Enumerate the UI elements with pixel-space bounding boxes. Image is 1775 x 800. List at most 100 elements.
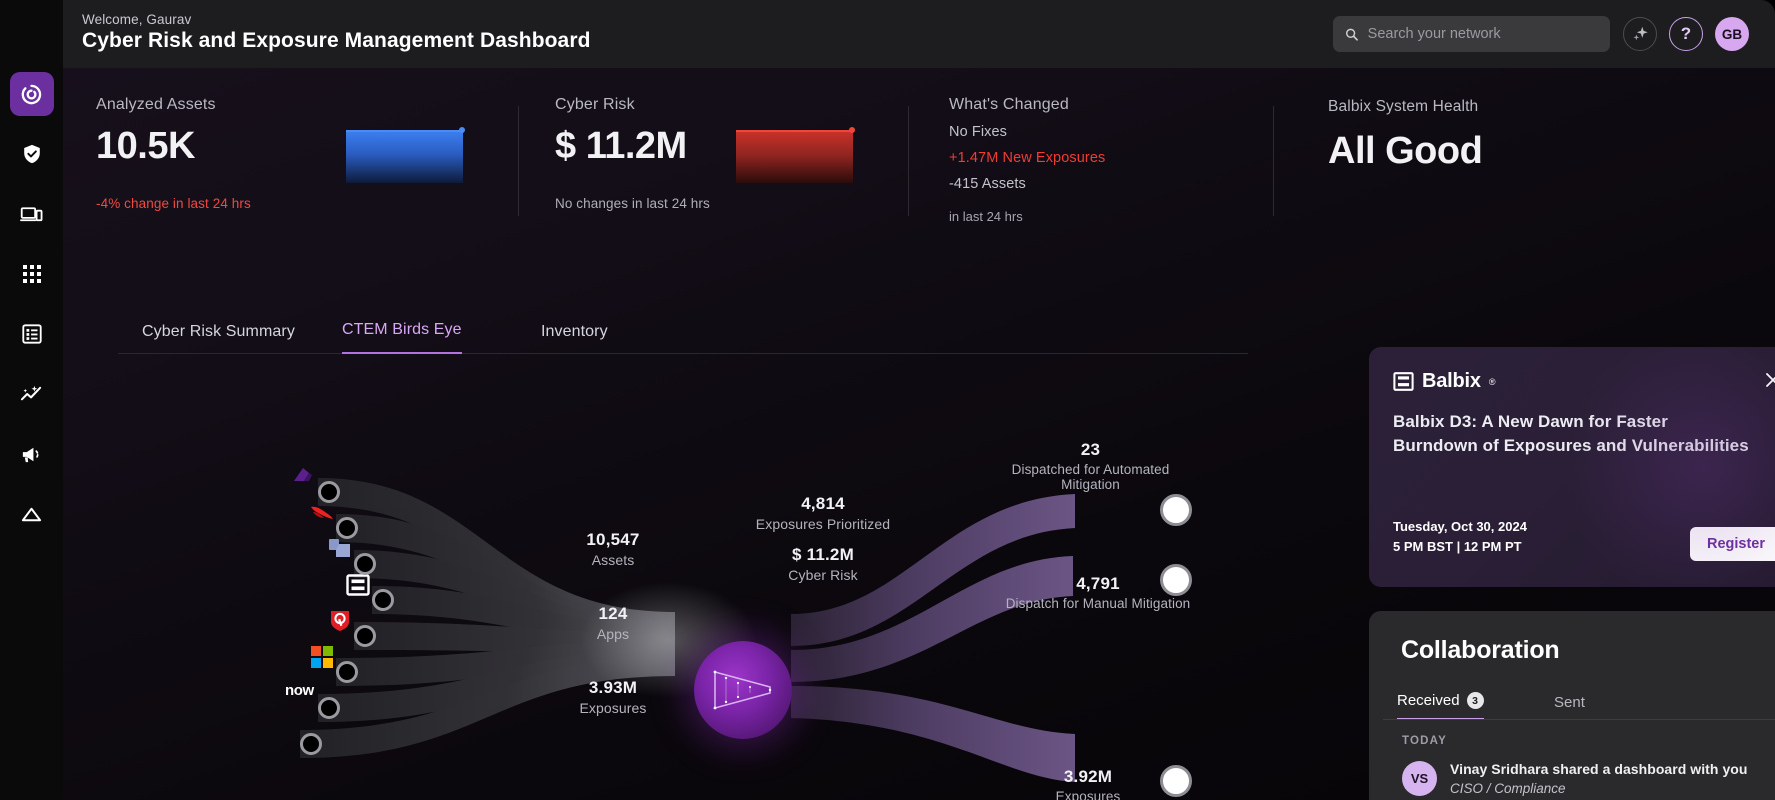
prioritization-funnel-icon[interactable] bbox=[694, 641, 792, 739]
tenable-icon bbox=[291, 464, 317, 490]
whats-changed-footer: in last 24 hrs bbox=[949, 209, 1023, 224]
source-node-5[interactable] bbox=[354, 625, 376, 647]
sidebar-item-announcements[interactable] bbox=[10, 432, 54, 476]
devices-icon bbox=[20, 206, 43, 221]
kpi-strip: Analyzed Assets 10.5K -4% change in last… bbox=[63, 68, 1775, 258]
shield-check-icon bbox=[23, 144, 40, 164]
value: 124 bbox=[598, 604, 628, 623]
servicenow-label: now bbox=[285, 682, 314, 699]
sankey-cyber-risk: $ 11.2M Cyber Risk bbox=[723, 545, 923, 583]
kpi-subtext: No changes in last 24 hrs bbox=[555, 196, 710, 211]
megaphone-icon bbox=[22, 447, 39, 462]
sparkline-analyzed-assets bbox=[346, 127, 465, 183]
trend-analytics-icon bbox=[20, 385, 42, 400]
sidebar-item-apps[interactable] bbox=[10, 252, 54, 296]
kpi-label: What's Changed bbox=[949, 96, 1069, 113]
search-input[interactable] bbox=[1367, 26, 1598, 42]
tab-sent[interactable]: Sent bbox=[1554, 694, 1585, 720]
sidebar-item-assets[interactable] bbox=[10, 192, 54, 236]
promo-card[interactable]: Balbix ® Balbix D3: A New Dawn for Faste… bbox=[1369, 347, 1775, 587]
balbix-icon bbox=[345, 572, 371, 598]
tab-inventory[interactable]: Inventory bbox=[541, 323, 608, 354]
received-count-badge: 3 bbox=[1466, 692, 1484, 709]
list-item-text: Vinay Sridhara shared a dashboard with y… bbox=[1450, 761, 1747, 796]
sankey-input-assets: 10,547 Assets bbox=[548, 530, 678, 568]
label: Exposures bbox=[579, 700, 647, 716]
sidebar-item-analytics[interactable] bbox=[10, 372, 54, 416]
crowdstrike-icon bbox=[309, 500, 335, 526]
page-title: Cyber Risk and Exposure Management Dashb… bbox=[82, 29, 591, 52]
outcome-node-automated[interactable] bbox=[1160, 494, 1192, 526]
source-node-7[interactable] bbox=[318, 697, 340, 719]
list-item-subtitle: CISO / Compliance bbox=[1450, 781, 1566, 796]
sidebar-item-alerts[interactable] bbox=[10, 492, 54, 536]
label: Apps bbox=[596, 626, 630, 642]
help-label: ? bbox=[1680, 24, 1692, 43]
sidebar-item-reports[interactable] bbox=[10, 312, 54, 356]
label: Cyber Risk bbox=[788, 567, 858, 583]
kpi-system-health[interactable]: Balbix System Health All Good bbox=[1328, 98, 1483, 170]
kpi-analyzed-assets[interactable]: Analyzed Assets 10.5K -4% change in last… bbox=[96, 96, 251, 211]
outcome-node-exposures[interactable] bbox=[1160, 765, 1192, 797]
balbix-logo-icon bbox=[1393, 372, 1414, 391]
kpi-subtext: -4% change in last 24 hrs bbox=[96, 196, 251, 211]
user-avatar[interactable]: GB bbox=[1715, 17, 1749, 51]
collaboration-title: Collaboration bbox=[1401, 636, 1560, 664]
value: 3.92M bbox=[1063, 767, 1113, 786]
sidebar-item-security[interactable] bbox=[10, 132, 54, 176]
welcome-text: Welcome, Gaurav bbox=[82, 12, 192, 27]
sidebar-item-dashboard[interactable] bbox=[9, 72, 54, 116]
source-node-1[interactable] bbox=[318, 481, 340, 503]
label: Dispatch for Manual Mitigation bbox=[1005, 596, 1191, 611]
sankey-outcome-exposures: 3.92M Exposures bbox=[1008, 767, 1168, 800]
sankey-outcome-automated: 23 Dispatched for Automated Mitigation bbox=[988, 440, 1193, 492]
list-item-title: Vinay Sridhara shared a dashboard with y… bbox=[1450, 761, 1748, 777]
source-node-4[interactable] bbox=[372, 589, 394, 611]
kpi-divider bbox=[518, 106, 519, 216]
kpi-label: Analyzed Assets bbox=[96, 96, 216, 113]
label: Dispatched for Automated Mitigation bbox=[1011, 462, 1170, 492]
collaboration-panel: Collaboration Received 3 Sent TODAY VS V… bbox=[1369, 611, 1775, 800]
sparkle-ai-icon[interactable] bbox=[1623, 17, 1657, 51]
promo-date: Tuesday, Oct 30, 2024 bbox=[1393, 519, 1527, 534]
dashboard-tabs: Cyber Risk Summary CTEM Birds Eye Invent… bbox=[118, 318, 1248, 364]
grid-apps-icon bbox=[22, 265, 41, 283]
value: 3.93M bbox=[588, 678, 638, 697]
gauge-dashboard-icon bbox=[21, 84, 42, 104]
list-report-icon bbox=[21, 324, 42, 344]
source-node-8[interactable] bbox=[300, 733, 322, 755]
kpi-value: $ 11.2M bbox=[555, 125, 687, 167]
qualys-icon bbox=[327, 608, 353, 634]
tab-cyber-risk-summary[interactable]: Cyber Risk Summary bbox=[142, 323, 295, 354]
balbix-wordmark: Balbix bbox=[1422, 370, 1481, 392]
sankey-input-exposures: 3.93M Exposures bbox=[548, 678, 678, 716]
registered-mark: ® bbox=[1488, 376, 1496, 387]
tab-received-label: Received bbox=[1397, 692, 1460, 709]
top-header: Welcome, Gaurav Cyber Risk and Exposure … bbox=[0, 0, 1775, 68]
source-node-6[interactable] bbox=[336, 661, 358, 683]
collaboration-list-item[interactable]: VS Vinay Sridhara shared a dashboard wit… bbox=[1402, 761, 1774, 796]
sankey-input-apps: 124 Apps bbox=[548, 604, 678, 642]
tab-sent-label: Sent bbox=[1554, 694, 1585, 711]
help-question-icon[interactable]: ? bbox=[1669, 17, 1703, 51]
funnel-glyph bbox=[713, 670, 772, 710]
register-button[interactable]: Register bbox=[1689, 527, 1775, 561]
kpi-label: Balbix System Health bbox=[1328, 98, 1479, 115]
source-node-3[interactable] bbox=[354, 553, 376, 575]
tab-ctem-birds-eye[interactable]: CTEM Birds Eye bbox=[342, 321, 462, 354]
kpi-whats-changed[interactable]: What's Changed No Fixes +1.47M New Expos… bbox=[949, 96, 1105, 224]
outcome-node-manual[interactable] bbox=[1160, 564, 1192, 596]
group-label-today: TODAY bbox=[1402, 735, 1447, 747]
search-box[interactable] bbox=[1333, 16, 1610, 52]
value: 10,547 bbox=[586, 530, 640, 549]
tab-received[interactable]: Received 3 bbox=[1397, 692, 1484, 720]
microsoft-icon bbox=[309, 644, 335, 670]
kpi-cyber-risk[interactable]: Cyber Risk $ 11.2M No changes in last 24… bbox=[555, 96, 710, 211]
collaboration-tabs: Received 3 Sent bbox=[1397, 684, 1775, 720]
promo-time: 5 PM BST | 12 PM PT bbox=[1393, 539, 1522, 554]
rapid7-icon bbox=[327, 536, 353, 562]
main-content: Analyzed Assets 10.5K -4% change in last… bbox=[63, 68, 1775, 800]
source-node-2[interactable] bbox=[336, 517, 358, 539]
close-icon[interactable] bbox=[1762, 369, 1775, 391]
dashboard-root: Analyzed Assets 10.5K -4% change in last… bbox=[0, 0, 1775, 800]
